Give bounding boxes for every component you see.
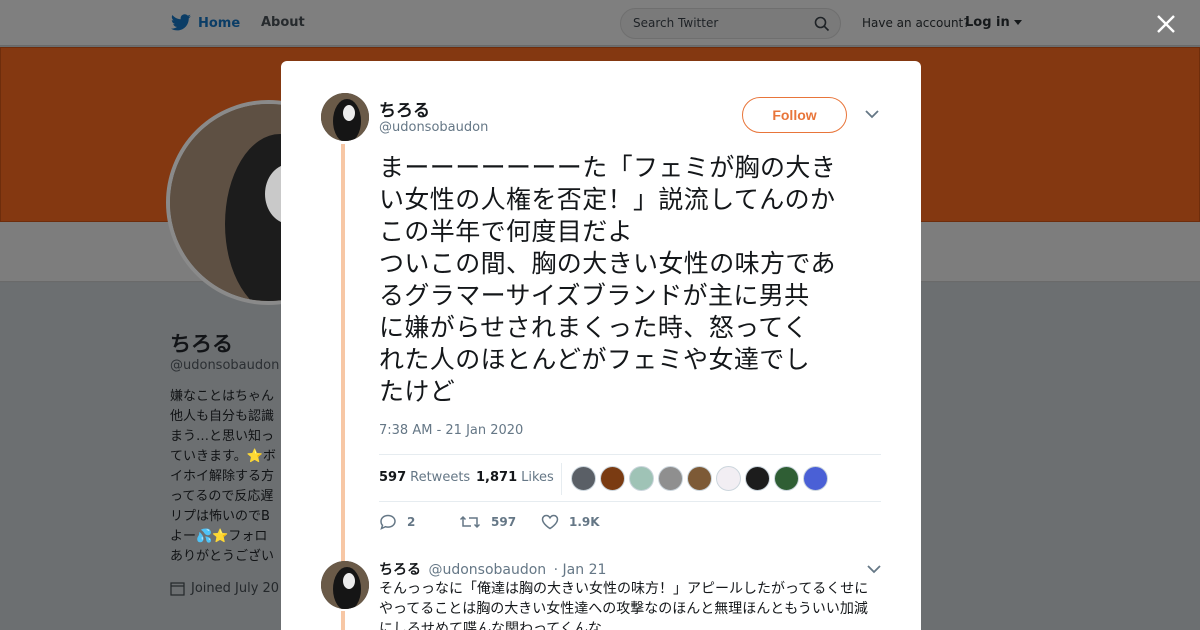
top-nav-bar: Home About Search Twitter Have an accoun… bbox=[0, 0, 1200, 46]
reply-text-line: にしろせめて喋んな関わってくんな bbox=[379, 621, 602, 630]
liker-avatar[interactable] bbox=[571, 466, 596, 491]
calendar-icon bbox=[170, 582, 185, 596]
tweet-timestamp[interactable]: 7:38 AM - 21 Jan 2020 bbox=[379, 423, 523, 438]
penguin-avatar-image bbox=[321, 93, 369, 141]
chevron-down-icon bbox=[1014, 20, 1023, 25]
liker-avatar[interactable] bbox=[803, 466, 828, 491]
tweet-text-line: まーーーーーーーた「フェミが胸の大き bbox=[379, 153, 837, 182]
likes-stat[interactable]: 1,871 Likes bbox=[476, 470, 554, 485]
retweet-count: 597 bbox=[491, 515, 517, 529]
reply-action[interactable]: 2 bbox=[379, 514, 415, 530]
follow-button[interactable]: Follow bbox=[742, 97, 847, 133]
penguin-avatar-image bbox=[321, 561, 369, 609]
nav-home-label: Home bbox=[198, 15, 241, 31]
like-action[interactable]: 1.9K bbox=[541, 514, 600, 530]
tweet-actions: 2 597 1.9K bbox=[379, 514, 639, 534]
reply-author-name[interactable]: ちろる bbox=[379, 562, 421, 578]
tweet-text-line: この半年で何度目だよ bbox=[379, 217, 634, 246]
thread-line bbox=[341, 611, 345, 630]
liker-avatar[interactable] bbox=[629, 466, 654, 491]
close-icon[interactable] bbox=[1154, 12, 1178, 36]
reply-text: そんっっなに「俺達は胸の大きい女性の味方！」アピールしたがってるくせに やってる… bbox=[379, 579, 879, 630]
bio-line: 嫌なことはちゃん bbox=[170, 389, 275, 404]
tweet-text-line: ついこの間、胸の大きい女性の味方であ bbox=[379, 249, 836, 278]
chevron-down-icon[interactable] bbox=[865, 109, 879, 119]
nav-home[interactable]: Home bbox=[170, 13, 240, 33]
reply-author-handle[interactable]: @udonsobaudon bbox=[428, 562, 546, 578]
bio-line: よー💦⭐フォロ bbox=[170, 529, 268, 544]
tweet-author-avatar[interactable] bbox=[321, 93, 369, 141]
bio-line: ありがとうござい bbox=[170, 549, 275, 564]
retweet-action[interactable]: 597 bbox=[459, 514, 516, 530]
profile-handle[interactable]: @udonsobaudon bbox=[170, 358, 279, 373]
reply-author-avatar[interactable] bbox=[321, 561, 369, 609]
twitter-bird-icon bbox=[171, 14, 191, 31]
bio-line: ていきます。⭐ボ bbox=[170, 449, 276, 464]
reply-text-line: そんっっなに「俺達は胸の大きい女性の味方！」アピールしたがってるくせに bbox=[379, 581, 869, 597]
retweets-stat[interactable]: 597 Retweets bbox=[379, 470, 470, 485]
tweet-text-line: るグラマーサイズブランドが主に男共 bbox=[379, 281, 810, 310]
liker-avatar[interactable] bbox=[774, 466, 799, 491]
reply-icon bbox=[380, 514, 396, 530]
tweet-text-line: に嫌がらせされまくった時、怒ってく bbox=[379, 313, 809, 342]
heart-icon bbox=[541, 514, 559, 530]
likes-count: 1,871 bbox=[476, 470, 518, 485]
reply-text-line: やってることは胸の大きい女性達への攻撃なのほんと無理ほんともういい加減 bbox=[379, 601, 868, 617]
liker-avatar[interactable] bbox=[716, 466, 741, 491]
tweet-text-line: い女性の人権を否定！」説流してんのか bbox=[379, 185, 836, 214]
bio-line: リプは怖いのでB bbox=[170, 509, 270, 524]
bio-line: 他人も自分も認識 bbox=[170, 409, 275, 424]
retweets-label: Retweets bbox=[410, 470, 471, 485]
have-account-text: Have an account? bbox=[862, 16, 970, 30]
reply-date[interactable]: · Jan 21 bbox=[554, 562, 607, 578]
profile-bio: 嫌なことはちゃん 他人も自分も認識 まう…と思い知っ ていきます。⭐ボ イホイ解… bbox=[170, 387, 285, 567]
like-count: 1.9K bbox=[569, 515, 600, 529]
tweet-text-line: たけど bbox=[379, 377, 456, 406]
liker-avatar[interactable] bbox=[745, 466, 770, 491]
tweet-text-line: れた人のほとんどがフェミや女達でし bbox=[379, 345, 811, 374]
profile-name: ちろる bbox=[170, 332, 233, 356]
reply-header: ちろる @udonsobaudon · Jan 21 bbox=[379, 559, 606, 579]
liker-avatar[interactable] bbox=[600, 466, 625, 491]
retweets-count: 597 bbox=[379, 470, 407, 485]
liker-avatar[interactable] bbox=[687, 466, 712, 491]
liker-avatars bbox=[571, 466, 828, 491]
search-icon[interactable] bbox=[814, 16, 830, 32]
bio-line: イホイ解除する方 bbox=[170, 469, 275, 484]
likes-label: Likes bbox=[521, 470, 554, 485]
bio-line: まう…と思い知っ bbox=[170, 429, 275, 444]
login-label: Log in bbox=[965, 15, 1010, 30]
login-button[interactable]: Log in bbox=[965, 15, 1023, 30]
thread-line bbox=[341, 144, 345, 564]
stats-divider bbox=[561, 463, 562, 495]
joined-label: Joined July 20 bbox=[191, 581, 280, 596]
chevron-down-icon[interactable] bbox=[867, 564, 881, 574]
bio-line: ってるので反応遅 bbox=[170, 489, 274, 504]
reply-count: 2 bbox=[407, 515, 416, 529]
search-input[interactable]: Search Twitter bbox=[620, 8, 841, 39]
tweet-author-handle[interactable]: @udonsobaudon bbox=[379, 120, 488, 135]
retweet-icon bbox=[459, 515, 481, 529]
nav-about[interactable]: About bbox=[261, 15, 305, 30]
tweet-text: まーーーーーーーた「フェミが胸の大き い女性の人権を否定！」説流してんのか この… bbox=[379, 152, 889, 408]
liker-avatar[interactable] bbox=[658, 466, 683, 491]
tweet-stats: 597 Retweets 1,871 Likes bbox=[379, 454, 881, 502]
profile-joined: Joined July 20 bbox=[170, 581, 279, 596]
search-placeholder: Search Twitter bbox=[633, 16, 719, 30]
tweet-author-name[interactable]: ちろる bbox=[379, 96, 430, 121]
tweet-modal: ちろる @udonsobaudon Follow まーーーーーーーた「フェミが胸… bbox=[281, 61, 921, 630]
